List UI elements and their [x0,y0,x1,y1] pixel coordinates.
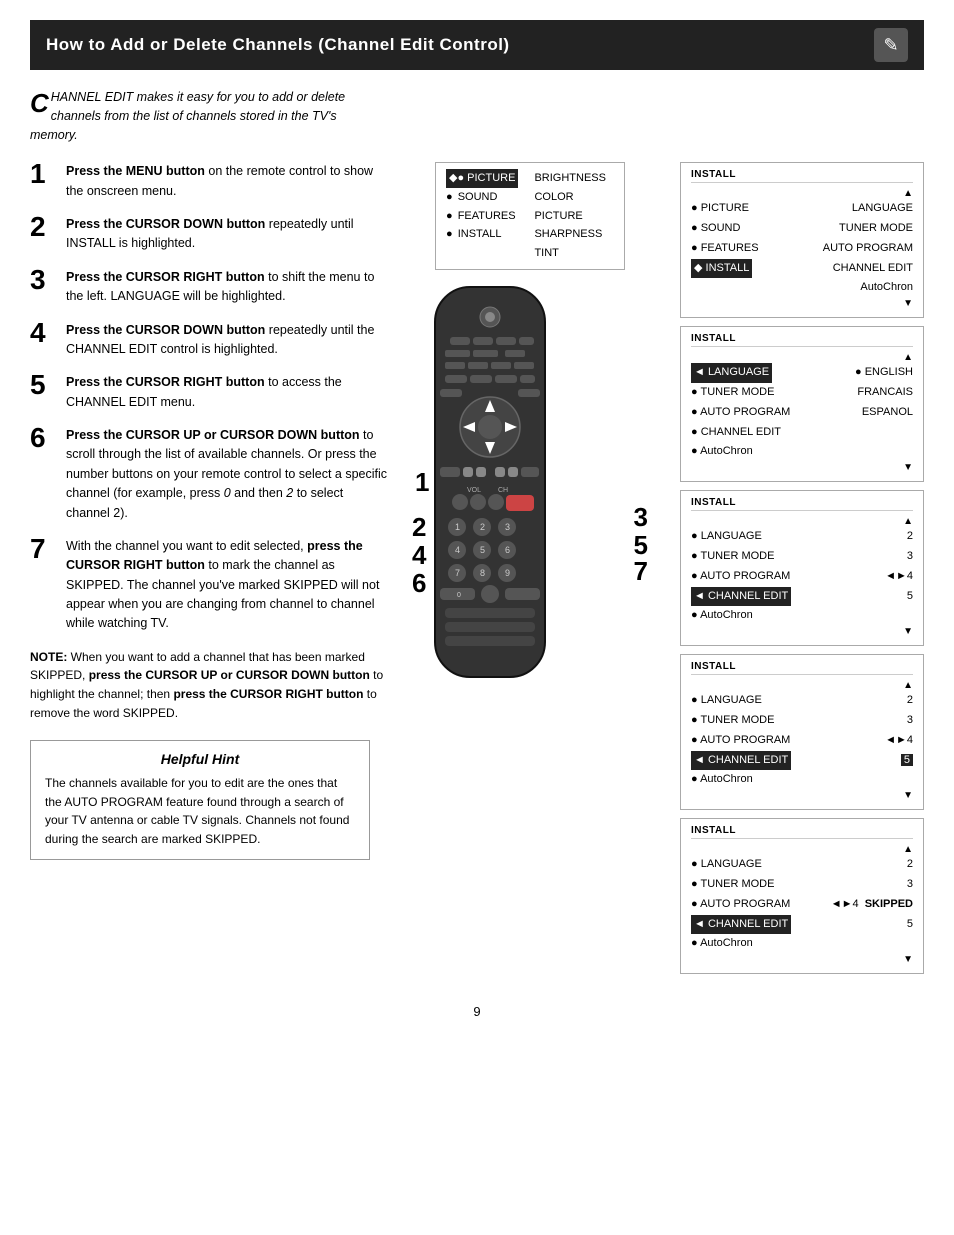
panel-3-right: 2 3 ◄►4 5 [885,527,913,626]
panel-5-right: 2 3 ◄►4 SKIPPED 5 [831,855,913,954]
panel-1-right: LANGUAGE TUNER MODE AUTO PROGRAM CHANNEL… [823,199,913,298]
svg-text:6: 6 [505,545,510,555]
page: How to Add or Delete Channels (Channel E… [0,0,954,1235]
svg-text:7: 7 [455,568,460,578]
page-title: How to Add or Delete Channels (Channel E… [46,35,510,55]
menu-selected-picture: ◆● PICTURE [446,169,518,188]
panel-5-title: INSTALL [691,825,913,839]
svg-text:2: 2 [480,522,485,532]
step-2: 2 Press the CURSOR DOWN button repeatedl… [30,215,390,254]
step-3: 3 Press the CURSOR RIGHT button to shift… [30,268,390,307]
svg-text:1: 1 [455,522,460,532]
panel-5-left: ● LANGUAGE ● TUNER MODE ● AUTO PROGRAM ◄… [691,855,823,954]
step-2-text: Press the CURSOR DOWN button repeatedly … [66,215,390,254]
hint-box: Helpful Hint The channels available for … [30,740,370,859]
step-5: 5 Press the CURSOR RIGHT button to acces… [30,373,390,412]
step-6-number: 6 [30,424,66,452]
intro-body: HANNEL EDIT makes it easy for you to add… [30,90,345,142]
step-2-number: 2 [30,213,66,241]
main-layout: 1 Press the MENU button on the remote co… [30,162,924,974]
panel-5-selected: ◄ CHANNEL EDIT [691,915,791,935]
step-3-number: 3 [30,266,66,294]
step-5-text: Press the CURSOR RIGHT button to access … [66,373,390,412]
panel-1-left: ● PICTURE ● SOUND ● FEATURES ◆ INSTALL [691,199,815,298]
panel-1-title: INSTALL [691,169,913,183]
svg-text:4: 4 [455,545,460,555]
step-1: 1 Press the MENU button on the remote co… [30,162,390,201]
intro-text: CHANNEL EDIT makes it easy for you to ad… [30,88,370,144]
svg-text:8: 8 [480,568,485,578]
panel-3-left: ● LANGUAGE ● TUNER MODE ● AUTO PROGRAM ◄… [691,527,877,626]
step-3-text: Press the CURSOR RIGHT button to shift t… [66,268,390,307]
menu-panel-2: INSTALL ▲ ◄ LANGUAGE ● TUNER MODE ● AUTO… [680,326,924,482]
panel-2-left: ◄ LANGUAGE ● TUNER MODE ● AUTO PROGRAM ●… [691,363,847,462]
panel-4-highlight: 5 [901,754,913,766]
panel-5-body: ● LANGUAGE ● TUNER MODE ● AUTO PROGRAM ◄… [691,855,913,954]
page-header: How to Add or Delete Channels (Channel E… [30,20,924,70]
panel-1-body: ● PICTURE ● SOUND ● FEATURES ◆ INSTALL L… [691,199,913,298]
panel-4-left: ● LANGUAGE ● TUNER MODE ● AUTO PROGRAM ◄… [691,691,877,790]
panel-3-selected: ◄ CHANNEL EDIT [691,587,791,607]
step-1-text: Press the MENU button on the remote cont… [66,162,390,201]
svg-text:0: 0 [457,592,461,599]
step-1-number: 1 [30,160,66,188]
menu-panel-5: INSTALL ▲ ● LANGUAGE ● TUNER MODE ● AUTO… [680,818,924,974]
svg-text:5: 5 [480,545,485,555]
menu-panel-3: INSTALL ▲ ● LANGUAGE ● TUNER MODE ● AUTO… [680,490,924,646]
note-box: NOTE: When you want to add a channel tha… [30,648,390,722]
panel-3-body: ● LANGUAGE ● TUNER MODE ● AUTO PROGRAM ◄… [691,527,913,626]
svg-text:3: 3 [505,522,510,532]
page-number: 9 [30,1004,924,1019]
panel-4-selected: ◄ CHANNEL EDIT [691,751,791,771]
center-column: ◆● PICTURE ● SOUND ● FEATURES ● INSTALL … [390,162,670,974]
remote-step-5: 5 [634,530,648,561]
svg-text:9: 9 [505,568,510,578]
right-column: INSTALL ▲ ● PICTURE ● SOUND ● FEATURES ◆… [670,162,924,974]
menu-panel-4: INSTALL ▲ ● LANGUAGE ● TUNER MODE ● AUTO… [680,654,924,810]
step-7-number: 7 [30,535,66,563]
hint-title: Helpful Hint [45,751,355,767]
panel-2-right: ● ENGLISH FRANCAIS ESPANOL [855,363,913,462]
panel-3-title: INSTALL [691,497,913,511]
remote-step-3: 3 [634,502,648,533]
step-4: 4 Press the CURSOR DOWN button repeatedl… [30,321,390,360]
hint-text: The channels available for you to edit a… [45,774,355,848]
panel-4-body: ● LANGUAGE ● TUNER MODE ● AUTO PROGRAM ◄… [691,691,913,790]
menu-screenshot-top: ◆● PICTURE ● SOUND ● FEATURES ● INSTALL … [435,162,625,269]
svg-text:CH: CH [498,487,508,494]
panel-2-title: INSTALL [691,333,913,347]
left-column: 1 Press the MENU button on the remote co… [30,162,390,974]
step-7: 7 With the channel you want to edit sele… [30,537,390,634]
step-5-number: 5 [30,371,66,399]
remote-svg: VOL CH 1 2 3 [410,282,570,702]
panel-4-title: INSTALL [691,661,913,675]
menu-panel-1: INSTALL ▲ ● PICTURE ● SOUND ● FEATURES ◆… [680,162,924,318]
step-4-number: 4 [30,319,66,347]
panel-2-selected: ◄ LANGUAGE [691,363,772,383]
remote-step-7: 7 [634,556,648,587]
panel-1-selected: ◆ INSTALL [691,259,752,279]
panel-2-body: ◄ LANGUAGE ● TUNER MODE ● AUTO PROGRAM ●… [691,363,913,462]
remote-control: VOL CH 1 2 3 [410,282,650,705]
step-6: 6 Press the CURSOR UP or CURSOR DOWN but… [30,426,390,523]
dropcap: C [30,90,49,116]
step-7-text: With the channel you want to edit select… [66,537,390,634]
edit-icon: ✎ [874,28,908,62]
step-4-text: Press the CURSOR DOWN button repeatedly … [66,321,390,360]
panel-4-right: 2 3 ◄►4 5 [885,691,913,790]
svg-text:VOL: VOL [467,487,481,494]
step-6-text: Press the CURSOR UP or CURSOR DOWN butto… [66,426,390,523]
